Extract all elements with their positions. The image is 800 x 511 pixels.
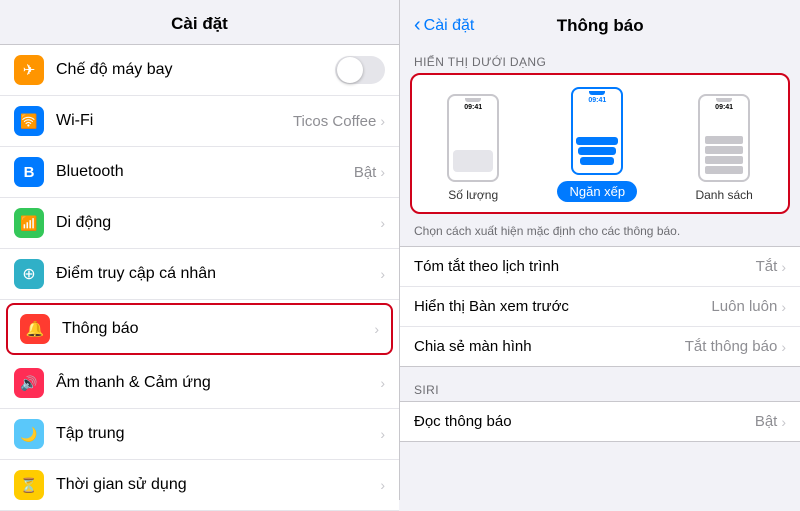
right-panel-title: Thông báo bbox=[474, 16, 786, 36]
share-value: Tắt thông báo bbox=[685, 338, 778, 355]
airplane-icon: ✈ bbox=[14, 55, 44, 85]
notch-stack bbox=[589, 91, 605, 95]
settings-list: ✈ Chế độ máy bay 🛜 Wi-Fi Ticos Coffee › … bbox=[0, 44, 399, 511]
stack-selected-btn[interactable]: Ngăn xếp bbox=[557, 181, 637, 202]
back-button[interactable]: ‹ Cài đặt bbox=[414, 14, 474, 37]
siri-rows: Đọc thông báo Bật › bbox=[400, 401, 800, 442]
mobile-icon: 📶 bbox=[14, 208, 44, 238]
screentime-chevron: › bbox=[380, 477, 385, 493]
settings-rows: Tóm tắt theo lịch trình Tắt › Hiển thị B… bbox=[400, 246, 800, 367]
airplane-label: Chế độ máy bay bbox=[56, 61, 335, 79]
wifi-chevron: › bbox=[380, 113, 385, 129]
notifications-chevron: › bbox=[374, 321, 379, 337]
hotspot-chevron: › bbox=[380, 266, 385, 282]
right-item-share[interactable]: Chia sẻ màn hình Tắt thông báo › bbox=[400, 327, 800, 366]
settings-item-mobile[interactable]: 📶 Di động › bbox=[0, 198, 399, 249]
schedule-chevron: › bbox=[781, 259, 786, 275]
right-header: ‹ Cài đặt Thông báo bbox=[400, 0, 800, 47]
notch-list bbox=[716, 98, 732, 102]
notifications-icon: 🔔 bbox=[20, 314, 50, 344]
sound-label: Âm thanh & Cảm ứng bbox=[56, 374, 380, 392]
preview-value: Luôn luôn bbox=[711, 298, 777, 315]
sound-icon: 🔊 bbox=[14, 368, 44, 398]
phone-stack-mockup: 09:41 bbox=[571, 87, 623, 175]
settings-item-sound[interactable]: 🔊 Âm thanh & Cảm ứng › bbox=[0, 358, 399, 409]
preview-chevron: › bbox=[781, 299, 786, 315]
stack-bar-1 bbox=[576, 137, 618, 145]
display-option-count[interactable]: 09:41 Số lượng bbox=[447, 94, 499, 202]
right-item-read-notif[interactable]: Đọc thông báo Bật › bbox=[400, 402, 800, 441]
mobile-chevron: › bbox=[380, 215, 385, 231]
schedule-value: Tắt bbox=[756, 258, 778, 275]
siri-section-label: SIRI bbox=[400, 375, 800, 401]
screentime-icon: ⏳ bbox=[14, 470, 44, 500]
bluetooth-value: Bật bbox=[354, 164, 377, 181]
bluetooth-icon-wrap: B bbox=[14, 157, 44, 187]
share-chevron: › bbox=[781, 339, 786, 355]
list-bar-3 bbox=[705, 156, 743, 164]
screentime-label: Thời gian sử dụng bbox=[56, 476, 380, 494]
right-item-preview[interactable]: Hiển thị Bàn xem trước Luôn luôn › bbox=[400, 287, 800, 327]
settings-item-screentime[interactable]: ⏳ Thời gian sử dụng › bbox=[0, 460, 399, 511]
read-notif-value: Bật bbox=[755, 413, 778, 430]
mobile-label: Di động bbox=[56, 214, 380, 232]
bluetooth-label: Bluetooth bbox=[56, 163, 354, 181]
read-notif-label: Đọc thông báo bbox=[414, 413, 755, 430]
list-bar-1 bbox=[705, 136, 743, 144]
list-bar-4 bbox=[705, 166, 743, 174]
focus-chevron: › bbox=[380, 426, 385, 442]
schedule-label: Tóm tắt theo lịch trình bbox=[414, 258, 756, 275]
list-notifications bbox=[702, 134, 746, 176]
hotspot-label: Điểm truy cập cá nhân bbox=[56, 265, 380, 283]
wifi-value: Ticos Coffee bbox=[293, 113, 376, 130]
wifi-icon: 🛜 bbox=[14, 106, 44, 136]
time-count: 09:41 bbox=[464, 104, 482, 111]
display-option-stack[interactable]: 09:41 Ngăn xếp bbox=[557, 87, 637, 202]
display-selector: 09:41 Số lượng 09:41 Ngăn xếp 09:4 bbox=[410, 73, 790, 214]
display-option-list[interactable]: 09:41 Danh sách bbox=[695, 94, 752, 202]
focus-icon: 🌙 bbox=[14, 419, 44, 449]
list-bar-2 bbox=[705, 146, 743, 154]
wifi-label: Wi-Fi bbox=[56, 112, 293, 130]
bluetooth-chevron: › bbox=[380, 164, 385, 180]
settings-item-hotspot[interactable]: ⊕ Điểm truy cập cá nhân › bbox=[0, 249, 399, 300]
back-chevron-icon: ‹ bbox=[414, 14, 421, 37]
toggle-knob bbox=[337, 57, 363, 83]
notif-count-bar bbox=[453, 150, 493, 172]
time-stack: 09:41 bbox=[588, 97, 606, 104]
settings-item-wifi[interactable]: 🛜 Wi-Fi Ticos Coffee › bbox=[0, 96, 399, 147]
share-label: Chia sẻ màn hình bbox=[414, 338, 685, 355]
display-section-label: HIỂN THỊ DƯỚI DẠNG bbox=[400, 47, 800, 73]
stack-bar-2 bbox=[578, 147, 616, 155]
settings-item-notifications[interactable]: 🔔 Thông báo › bbox=[6, 303, 393, 355]
hotspot-icon: ⊕ bbox=[14, 259, 44, 289]
phone-list-mockup: 09:41 bbox=[698, 94, 750, 182]
settings-item-focus[interactable]: 🌙 Tập trung › bbox=[0, 409, 399, 460]
time-list: 09:41 bbox=[715, 104, 733, 111]
right-panel: ‹ Cài đặt Thông báo HIỂN THỊ DƯỚI DẠNG 0… bbox=[400, 0, 800, 500]
read-notif-chevron: › bbox=[781, 414, 786, 430]
notifications-label: Thông báo bbox=[62, 320, 374, 338]
airplane-toggle[interactable] bbox=[335, 56, 385, 84]
hint-text: Chọn cách xuất hiện mặc định cho các thô… bbox=[400, 220, 800, 246]
list-label: Danh sách bbox=[695, 188, 752, 202]
back-label: Cài đặt bbox=[424, 17, 475, 35]
focus-label: Tập trung bbox=[56, 425, 380, 443]
settings-item-bluetooth[interactable]: B Bluetooth Bật › bbox=[0, 147, 399, 198]
notch-count bbox=[465, 98, 481, 102]
settings-item-airplane[interactable]: ✈ Chế độ máy bay bbox=[0, 45, 399, 96]
stack-notifications bbox=[576, 137, 618, 165]
sound-chevron: › bbox=[380, 375, 385, 391]
left-panel-title: Cài đặt bbox=[0, 0, 399, 44]
count-label: Số lượng bbox=[448, 188, 498, 202]
right-item-schedule[interactable]: Tóm tắt theo lịch trình Tắt › bbox=[400, 247, 800, 287]
preview-label: Hiển thị Bàn xem trước bbox=[414, 298, 711, 315]
left-panel: Cài đặt ✈ Chế độ máy bay 🛜 Wi-Fi Ticos C… bbox=[0, 0, 400, 500]
phone-count-mockup: 09:41 bbox=[447, 94, 499, 182]
stack-bar-3 bbox=[580, 157, 614, 165]
